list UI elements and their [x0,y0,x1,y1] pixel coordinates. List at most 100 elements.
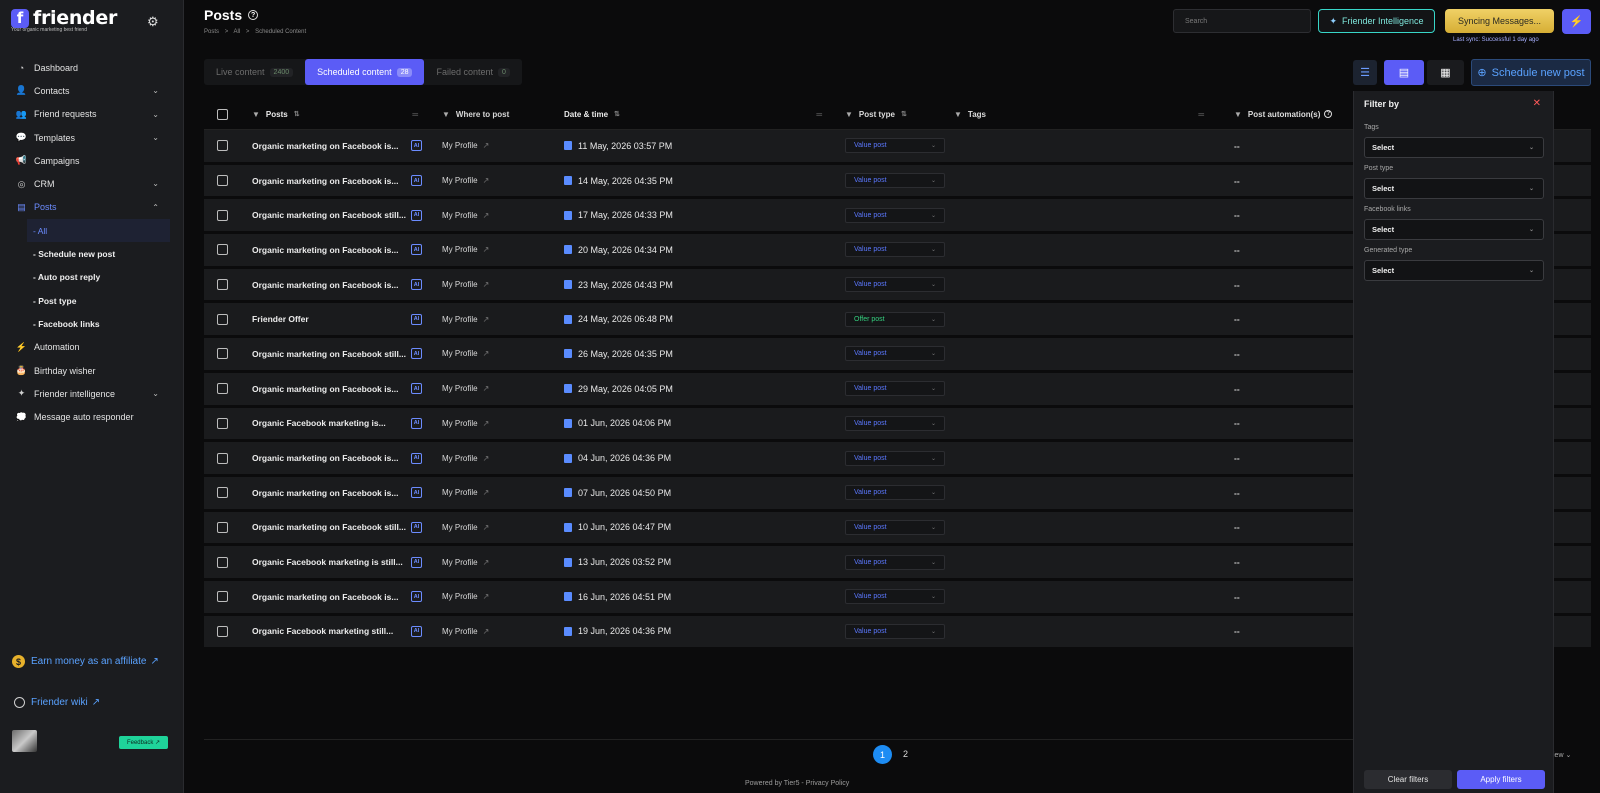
column-post-automations[interactable]: ▼ Post automation(s) ? [1214,110,1364,119]
clear-filters-button[interactable]: Clear filters [1364,770,1452,789]
column-posts[interactable]: ▼ Posts ⇅ ═ [238,110,428,119]
tab-scheduled-content[interactable]: Scheduled content 28 [305,59,425,85]
external-link-icon[interactable]: ↗ [483,592,490,601]
post-cell[interactable]: Organic marketing on Facebook is... AI [238,452,428,464]
pagination-page[interactable]: 1 [873,745,892,764]
sort-icon[interactable]: ⇅ [294,110,300,118]
post-type-select[interactable]: Value post ⌄ [845,242,945,258]
where-to-post-cell[interactable]: My Profile ↗ [428,315,552,324]
external-link-icon[interactable]: ↗ [483,211,490,220]
calendar-view-icon[interactable]: ▦ [1427,60,1464,85]
profile-link[interactable]: My Profile [442,315,478,324]
column-where-to-post[interactable]: ▼ Where to post [428,110,552,119]
external-link-icon[interactable]: ↗ [483,419,490,428]
profile-link[interactable]: My Profile [442,211,478,220]
where-to-post-cell[interactable]: My Profile ↗ [428,176,552,185]
post-cell[interactable]: Organic Facebook marketing still... AI [238,625,428,637]
profile-link[interactable]: My Profile [442,523,478,532]
column-date-time[interactable]: Date & time ⇅ ═ [552,110,832,119]
search-input[interactable]: Search [1173,9,1311,33]
external-link-icon[interactable]: ↗ [483,558,490,567]
filter-select-post-type[interactable]: Select ⌄ [1364,178,1544,199]
where-to-post-cell[interactable]: My Profile ↗ [428,141,552,150]
sidebar-item-automation[interactable]: ⚡ Automation [0,336,183,359]
breadcrumb-item[interactable]: All [234,29,241,35]
gear-icon[interactable]: ⚙ [147,14,159,30]
profile-link[interactable]: My Profile [442,141,478,150]
sidebar-item-birthday-wisher[interactable]: 🎂 Birthday wisher [0,359,183,382]
external-link-icon[interactable]: ↗ [483,349,490,358]
post-cell[interactable]: Organic marketing on Facebook is... AI [238,175,428,187]
row-checkbox[interactable] [217,417,228,429]
column-resize-icon[interactable]: ═ [412,110,418,119]
close-icon[interactable]: ✕ [1533,98,1541,109]
where-to-post-cell[interactable]: My Profile ↗ [428,627,552,636]
external-link-icon[interactable]: ↗ [483,454,490,463]
post-type-select[interactable]: Value post ⌄ [845,415,945,431]
sidebar-item-templates[interactable]: 💬 Templates ⌄ [0,126,183,149]
breadcrumb-item[interactable]: Posts [204,29,219,35]
post-type-select[interactable]: Value post ⌄ [845,554,945,570]
row-checkbox[interactable] [217,175,228,187]
where-to-post-cell[interactable]: My Profile ↗ [428,419,552,428]
external-link-icon[interactable]: ↗ [483,141,490,150]
sidebar-subitem-post-type[interactable]: - Post type [0,289,183,312]
help-icon[interactable]: ? [248,10,259,20]
profile-link[interactable]: My Profile [442,245,478,254]
external-link-icon[interactable]: ↗ [483,488,490,497]
filter-icon[interactable]: ▼ [1234,110,1242,119]
row-checkbox[interactable] [217,452,228,464]
profile-link[interactable]: My Profile [442,384,478,393]
sidebar-item-dashboard[interactable]: ◔ Dashboard [0,56,183,79]
sidebar-item-contacts[interactable]: 👤 Contacts ⌄ [0,79,183,102]
post-type-select[interactable]: Value post ⌄ [845,381,945,397]
profile-link[interactable]: My Profile [442,592,478,601]
pagination-page[interactable]: 2 [903,749,908,759]
external-link-icon[interactable]: ↗ [483,245,490,254]
sidebar-subitem-auto-post-reply[interactable]: - Auto post reply [0,266,183,289]
sidebar-subitem-all[interactable]: - All [27,219,170,243]
profile-link[interactable]: My Profile [442,558,478,567]
sidebar-item-campaigns[interactable]: 📢 Campaigns [0,149,183,172]
post-cell[interactable]: Friender Offer AI [238,313,428,325]
row-checkbox[interactable] [217,279,228,291]
post-type-select[interactable]: Value post ⌄ [845,138,945,154]
sync-messages-button[interactable]: Syncing Messages... [1445,9,1554,33]
column-post-type[interactable]: ▼ Post type ⇅ [832,110,954,119]
filter-icon[interactable]: ▼ [954,110,962,119]
row-checkbox[interactable] [217,348,228,360]
profile-link[interactable]: My Profile [442,280,478,289]
brand[interactable]: f friender [11,7,117,29]
row-checkbox[interactable] [217,140,228,152]
post-cell[interactable]: Organic marketing on Facebook still... A… [238,209,428,221]
where-to-post-cell[interactable]: My Profile ↗ [428,488,552,497]
where-to-post-cell[interactable]: My Profile ↗ [428,349,552,358]
post-type-select[interactable]: Value post ⌄ [845,207,945,223]
filter-icon[interactable]: ☰ [1353,60,1377,85]
post-cell[interactable]: Organic Facebook marketing is... AI [238,417,428,429]
tab-live-content[interactable]: Live content 2400 [204,59,305,85]
row-checkbox[interactable] [217,556,228,568]
post-cell[interactable]: Organic marketing on Facebook is... AI [238,591,428,603]
row-checkbox[interactable] [217,244,228,256]
row-checkbox[interactable] [217,313,228,325]
post-type-select[interactable]: Value post ⌄ [845,485,945,501]
external-link-icon[interactable]: ↗ [483,315,490,324]
post-type-select[interactable]: Value post ⌄ [845,277,945,293]
filter-select-generated-type[interactable]: Select ⌄ [1364,260,1544,281]
view-select[interactable]: iew ⌄ [1553,751,1571,759]
post-type-select[interactable]: Value post ⌄ [845,623,945,639]
column-resize-icon[interactable]: ═ [816,110,822,119]
where-to-post-cell[interactable]: My Profile ↗ [428,280,552,289]
filter-icon[interactable]: ▼ [252,110,260,119]
list-view-icon[interactable]: ▤ [1384,60,1424,85]
post-cell[interactable]: Organic marketing on Facebook is... AI [238,487,428,499]
affiliate-link[interactable]: $ Earn money as an affiliate ↗ [12,655,159,668]
post-type-select[interactable]: Value post ⌄ [845,519,945,535]
tab-failed-content[interactable]: Failed content 0 [424,59,521,85]
row-checkbox[interactable] [217,625,228,637]
post-cell[interactable]: Organic marketing on Facebook is... AI [238,279,428,291]
external-link-icon[interactable]: ↗ [483,627,490,636]
row-checkbox[interactable] [217,521,228,533]
profile-link[interactable]: My Profile [442,488,478,497]
